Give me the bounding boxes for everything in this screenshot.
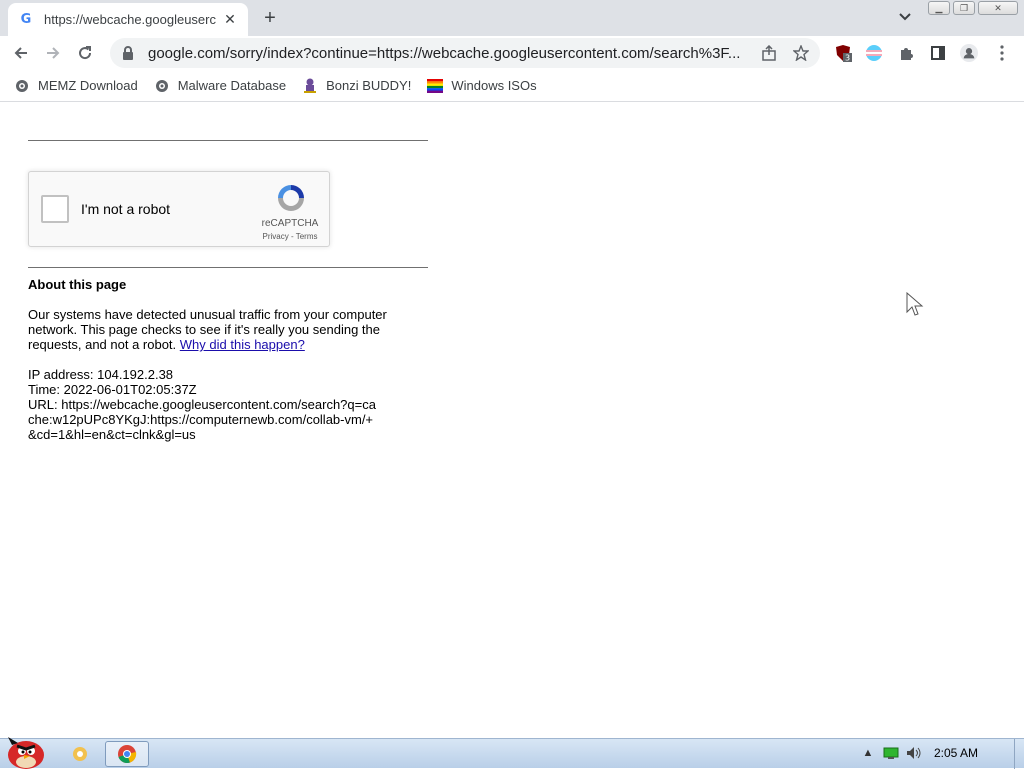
bookmark-memz-download[interactable]: MEMZ Download [14,78,138,94]
reload-button[interactable] [72,40,98,66]
window-close-button[interactable]: ✕ [978,1,1018,15]
chevron-down-icon [899,13,911,21]
recaptcha-widget: I'm not a robot reCAPTCHA Privacy - Term… [28,171,330,247]
blocked-url: URL: https://webcache.googleusercontent.… [28,397,376,442]
show-desktop-button[interactable] [1014,739,1024,769]
bookmark-label: MEMZ Download [38,78,138,93]
page-content: I'm not a robot reCAPTCHA Privacy - Term… [0,103,1024,738]
taskbar: ▲ 2:05 AM [0,737,1024,769]
extensions-puzzle-icon[interactable] [897,44,915,62]
forward-button[interactable] [40,40,66,66]
rainbow-flag-icon [427,78,444,94]
taskbar-clock[interactable]: 2:05 AM [934,746,978,760]
recaptcha-brand: reCAPTCHA [261,218,319,229]
taskbar-chrome-button[interactable] [105,741,149,767]
tab-title: https://webcache.googleuserc [44,12,216,27]
show-hidden-icons-icon[interactable]: ▲ [860,745,876,761]
restore-button[interactable]: ❐ [953,1,975,15]
divider [28,267,428,268]
about-title: About this page [28,277,127,292]
taskbar-explorer-button[interactable] [58,741,102,767]
recaptcha-label: I'm not a robot [81,201,171,217]
extension-badge: 3 [845,54,850,63]
globe-icon [154,78,170,94]
volume-icon[interactable] [906,745,922,761]
recaptcha-logo-icon [278,185,304,211]
bookmark-star-icon[interactable] [792,44,810,62]
minimize-button[interactable]: ▁ [928,1,950,15]
explorer-icon [73,747,87,761]
chrome-icon [118,745,137,764]
timestamp: Time: 2022-06-01T02:05:37Z [28,382,197,397]
profile-avatar-icon[interactable] [960,44,978,62]
why-link[interactable]: Why did this happen? [180,337,305,352]
new-tab-button[interactable]: + [258,6,282,30]
address-bar[interactable]: google.com/sorry/index?continue=https://… [110,38,820,68]
globe-icon [14,78,30,94]
share-icon[interactable] [760,44,778,62]
trans-flag-extension-icon[interactable] [865,44,883,62]
angry-bird-start-icon[interactable] [4,731,48,769]
forward-arrow-icon [47,47,60,59]
bookmark-bonzi-buddy[interactable]: Bonzi BUDDY! [302,78,411,94]
bookmark-label: Windows ISOs [451,78,537,93]
bookmark-windows-isos[interactable]: Windows ISOs [427,78,537,94]
url-text[interactable]: google.com/sorry/index?continue=https://… [148,45,758,62]
recaptcha-terms-links[interactable]: Privacy - Terms [257,232,323,241]
bookmark-label: Bonzi BUDDY! [326,78,412,93]
browser-tab[interactable]: G https://webcache.googleuserc ✕ [8,3,248,36]
reload-icon [79,46,92,60]
recaptcha-checkbox[interactable] [41,195,69,223]
close-tab-icon[interactable]: ✕ [222,11,238,28]
network-icon[interactable] [883,745,899,761]
bookmark-label: Malware Database [177,78,287,93]
bookmarks-bar: MEMZ Download Malware Database Bonzi BUD… [0,70,1024,102]
mouse-cursor-icon [906,292,924,316]
bonzi-icon [302,78,318,94]
tab-search-button[interactable] [894,6,916,28]
back-arrow-icon [14,47,27,59]
browser-toolbar: google.com/sorry/index?continue=https://… [0,36,1024,70]
ip-address: IP address: 104.192.2.38 [28,367,174,382]
google-favicon-icon: G [20,12,32,27]
lock-icon[interactable] [120,45,136,61]
tab-strip: G https://webcache.googleuserc ✕ + ▁ ❐ ✕ [0,0,1024,36]
ublock-extension-icon[interactable]: 3 [834,44,852,62]
side-panel-icon[interactable] [929,44,947,62]
unusual-traffic-paragraph: Our systems have detected unusual traffi… [28,307,398,352]
chrome-menu-icon[interactable] [993,44,1011,62]
back-button[interactable] [8,40,34,66]
divider [28,140,428,141]
bookmark-malware-database[interactable]: Malware Database [154,78,286,94]
